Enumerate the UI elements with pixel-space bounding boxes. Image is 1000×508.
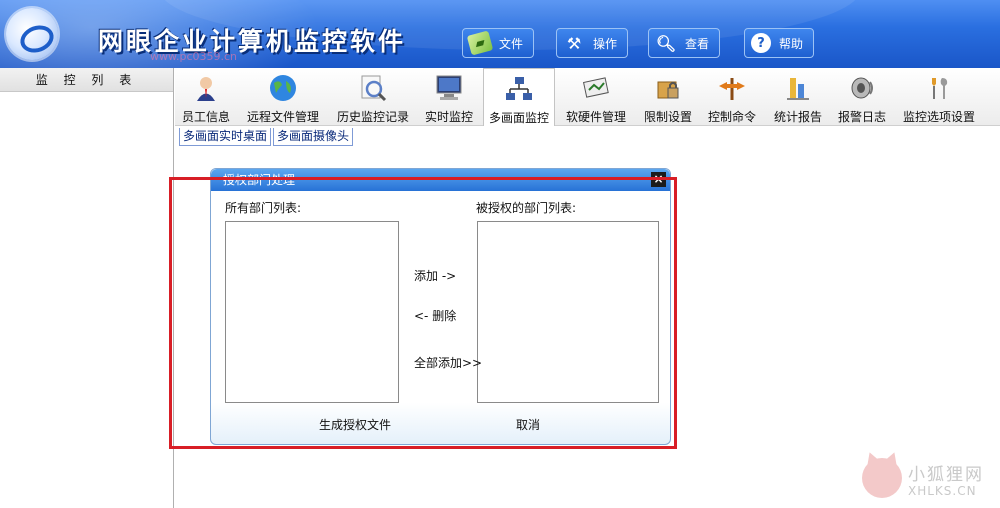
toolbar-hardware[interactable]: 软硬件管理 — [559, 68, 633, 126]
toolbar-realtime-monitor[interactable]: 实时监控 — [419, 68, 479, 126]
toolbar-control-command[interactable]: 控制命令 — [701, 68, 763, 126]
menu-help-label: 帮助 — [779, 36, 804, 51]
monitor-list-title: 监 控 列 表 — [0, 68, 173, 92]
hardware-icon — [580, 74, 612, 102]
toolbar-restriction[interactable]: 限制设置 — [637, 68, 699, 126]
menu-help-button[interactable]: ? 帮助 — [744, 28, 815, 58]
toolbar-remote-file[interactable]: 远程文件管理 — [241, 68, 325, 126]
command-icon — [716, 74, 748, 102]
toolbar-label: 远程文件管理 — [246, 110, 319, 124]
toolbar-label: 限制设置 — [643, 110, 692, 124]
toolbar-label: 历史监控记录 — [336, 110, 409, 124]
toolbar-label: 实时监控 — [424, 110, 473, 124]
toolbar-label: 多画面监控 — [488, 111, 549, 125]
toolbar-label: 统计报告 — [773, 110, 822, 124]
watermark-name: 小狐狸网 — [908, 465, 984, 485]
app-header: 网眼企业计算机监控软件 www.pc0359.cn ▰ 文件 ⚒ 操作 🔍︎ 查… — [0, 0, 1000, 68]
menu-file-button[interactable]: ▰ 文件 — [462, 28, 535, 58]
toolbar-monitor-settings[interactable]: 监控选项设置 — [897, 68, 981, 126]
tab-multi-desktop[interactable]: 多画面实时桌面 — [179, 128, 272, 146]
tools-icon: ⚒ — [566, 33, 582, 53]
help-icon: ? — [751, 33, 771, 53]
tab-multi-camera[interactable]: 多画面摄像头 — [273, 128, 354, 146]
toolbar-history[interactable]: 历史监控记录 — [331, 68, 415, 126]
toolbar-label: 监控选项设置 — [902, 110, 975, 124]
employee-icon — [190, 74, 222, 102]
speaker-icon — [846, 74, 878, 102]
toolbar-label: 报警日志 — [837, 110, 886, 124]
watermark-url: XHLKS.CN — [908, 484, 977, 498]
menu-file-label: 文件 — [499, 36, 524, 51]
toolbar-employee-info[interactable]: 员工信息 — [175, 68, 237, 126]
monitor-icon — [433, 74, 465, 102]
menu-view-button[interactable]: 🔍︎ 查看 — [648, 28, 721, 58]
toolbar-statistics[interactable]: 统计报告 — [767, 68, 829, 126]
network-icon — [503, 75, 535, 103]
sub-tab-bar: 多画面实时桌面 多画面摄像头 — [179, 128, 355, 146]
highlight-frame — [169, 177, 677, 449]
toolbar-label: 员工信息 — [181, 110, 230, 124]
lock-folder-icon — [652, 74, 684, 102]
history-search-icon — [357, 74, 389, 102]
toolbar-multi-screen[interactable]: 多画面监控 — [483, 68, 555, 126]
menu-operation-button[interactable]: ⚒ 操作 — [556, 28, 629, 58]
report-icon — [782, 74, 814, 102]
site-watermark: www.pc0359.cn — [150, 50, 238, 63]
toolbar-label: 控制命令 — [707, 110, 756, 124]
fox-logo-icon — [862, 458, 902, 498]
app-logo-icon — [6, 8, 58, 60]
monitor-list-panel: 监 控 列 表 — [0, 68, 174, 508]
menu-view-label: 查看 — [685, 36, 710, 51]
globe-icon — [267, 74, 299, 102]
menu-operation-label: 操作 — [593, 36, 618, 51]
app-title: 网眼企业计算机监控软件 — [98, 27, 407, 56]
toolbar-alarm-log[interactable]: 报警日志 — [831, 68, 893, 126]
toolbar-label: 软硬件管理 — [565, 110, 626, 124]
settings-icon — [923, 74, 955, 102]
site-logo-watermark: 小狐狸网 XHLKS.CN — [862, 458, 998, 504]
main-toolbar: 员工信息 远程文件管理 历史监控记录 实时监控 多画面监控 软硬件管理 限制设置… — [175, 68, 1000, 126]
file-icon: ▰ — [466, 30, 494, 56]
magnifier-icon: 🔍︎ — [655, 33, 677, 53]
